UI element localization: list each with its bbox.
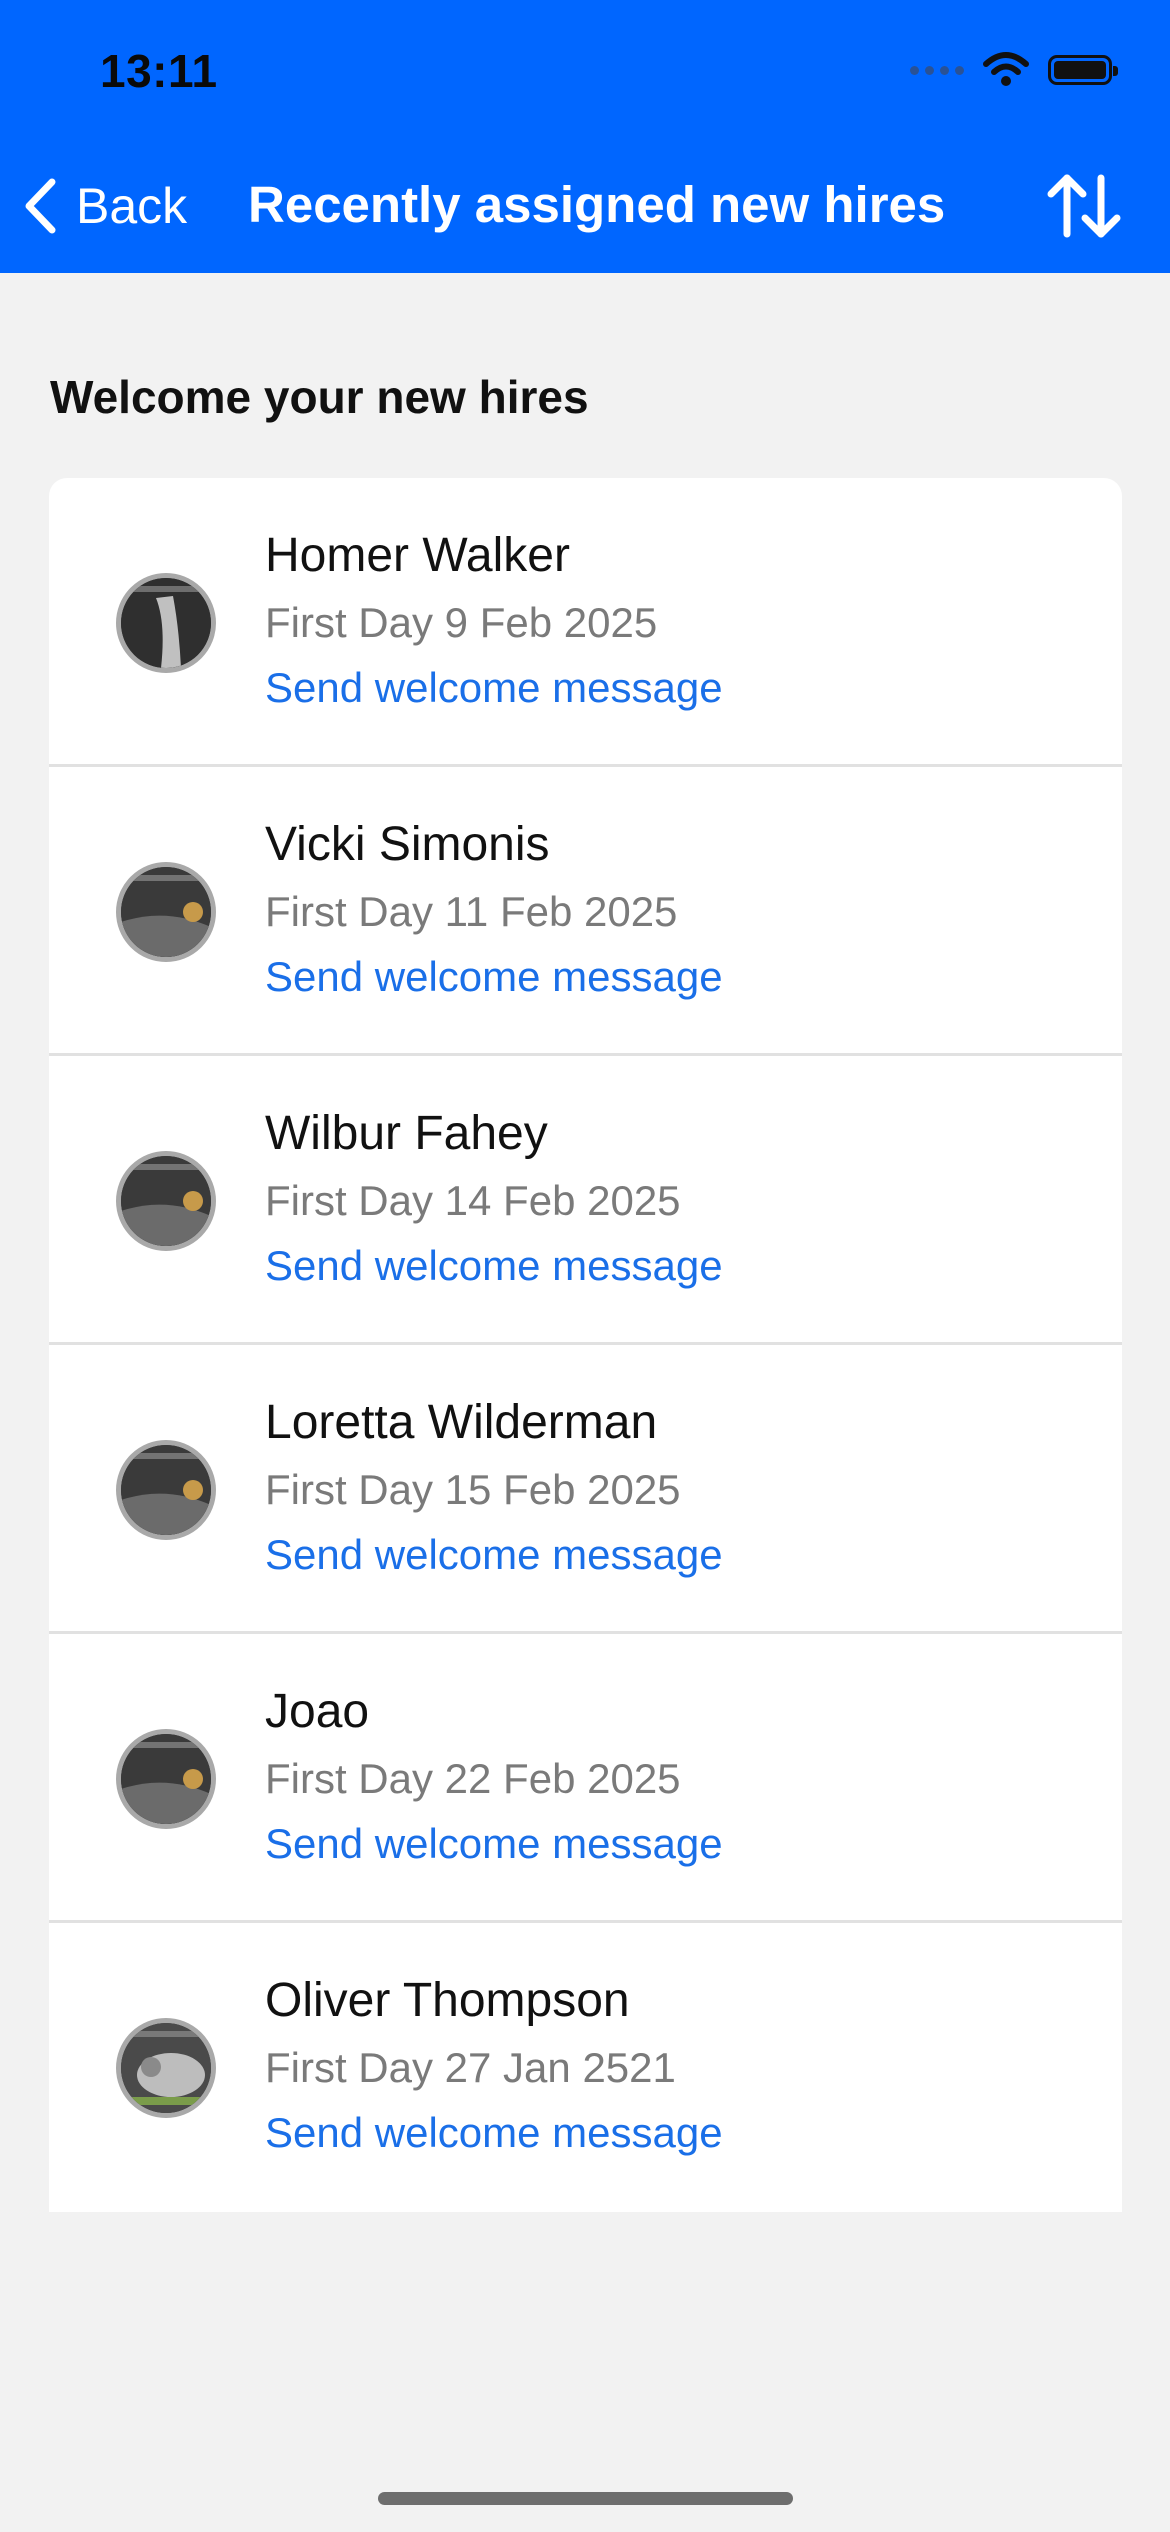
- hire-first-day: First Day 11 Feb 2025: [265, 888, 678, 935]
- list-item[interactable]: Loretta Wilderman First Day 15 Feb 2025 …: [49, 1345, 1122, 1634]
- new-hires-list: Homer Walker First Day 9 Feb 2025 Send w…: [49, 478, 1122, 2212]
- avatar: [116, 862, 216, 962]
- avatar: [116, 573, 216, 673]
- chevron-left-icon: [25, 178, 56, 234]
- send-welcome-message-link[interactable]: Send welcome message: [265, 1242, 723, 1290]
- hire-name: Loretta Wilderman: [265, 1396, 658, 1449]
- hire-first-day: First Day 9 Feb 2025: [265, 599, 658, 646]
- hire-name: Oliver Thompson: [265, 1974, 630, 2027]
- hire-first-day: First Day 22 Feb 2025: [265, 1755, 681, 1802]
- list-item[interactable]: Joao First Day 22 Feb 2025 Send welcome …: [49, 1634, 1122, 1923]
- avatar: [116, 1729, 216, 1829]
- status-time: 13:11: [100, 45, 218, 97]
- home-indicator: [378, 2492, 793, 2505]
- navigation-header: 13:11 Back Recently assigned new hires: [0, 0, 1170, 273]
- avatar: [116, 2018, 216, 2118]
- send-welcome-message-link[interactable]: Send welcome message: [265, 1531, 723, 1579]
- list-item[interactable]: Homer Walker First Day 9 Feb 2025 Send w…: [49, 478, 1122, 767]
- signal-icon: [910, 65, 964, 75]
- hire-first-day: First Day 14 Feb 2025: [265, 1177, 681, 1224]
- status-icons: [910, 52, 1118, 88]
- list-item[interactable]: Oliver Thompson First Day 27 Jan 2521 Se…: [49, 1923, 1122, 2212]
- avatar: [116, 1440, 216, 1540]
- back-label: Back: [76, 178, 188, 234]
- hire-name: Wilbur Fahey: [265, 1107, 548, 1160]
- page-title: Recently assigned new hires: [248, 176, 946, 233]
- section-title: Welcome your new hires: [50, 371, 589, 423]
- list-item[interactable]: Wilbur Fahey First Day 14 Feb 2025 Send …: [49, 1056, 1122, 1345]
- send-welcome-message-link[interactable]: Send welcome message: [265, 953, 723, 1001]
- sort-arrows-icon: [1047, 174, 1121, 238]
- hire-name: Joao: [265, 1685, 370, 1738]
- send-welcome-message-link[interactable]: Send welcome message: [265, 1820, 723, 1868]
- hire-first-day: First Day 15 Feb 2025: [265, 1466, 681, 1513]
- sort-button[interactable]: [1045, 170, 1125, 242]
- hire-name: Homer Walker: [265, 529, 570, 582]
- hire-name: Vicki Simonis: [265, 818, 550, 871]
- wifi-icon: [983, 52, 1029, 86]
- back-button[interactable]: Back: [22, 170, 187, 242]
- list-item[interactable]: Vicki Simonis First Day 11 Feb 2025 Send…: [49, 767, 1122, 1056]
- send-welcome-message-link[interactable]: Send welcome message: [265, 2109, 723, 2157]
- send-welcome-message-link[interactable]: Send welcome message: [265, 664, 723, 712]
- hire-first-day: First Day 27 Jan 2521: [265, 2044, 676, 2091]
- battery-icon: [1048, 55, 1118, 85]
- avatar: [116, 1151, 216, 1251]
